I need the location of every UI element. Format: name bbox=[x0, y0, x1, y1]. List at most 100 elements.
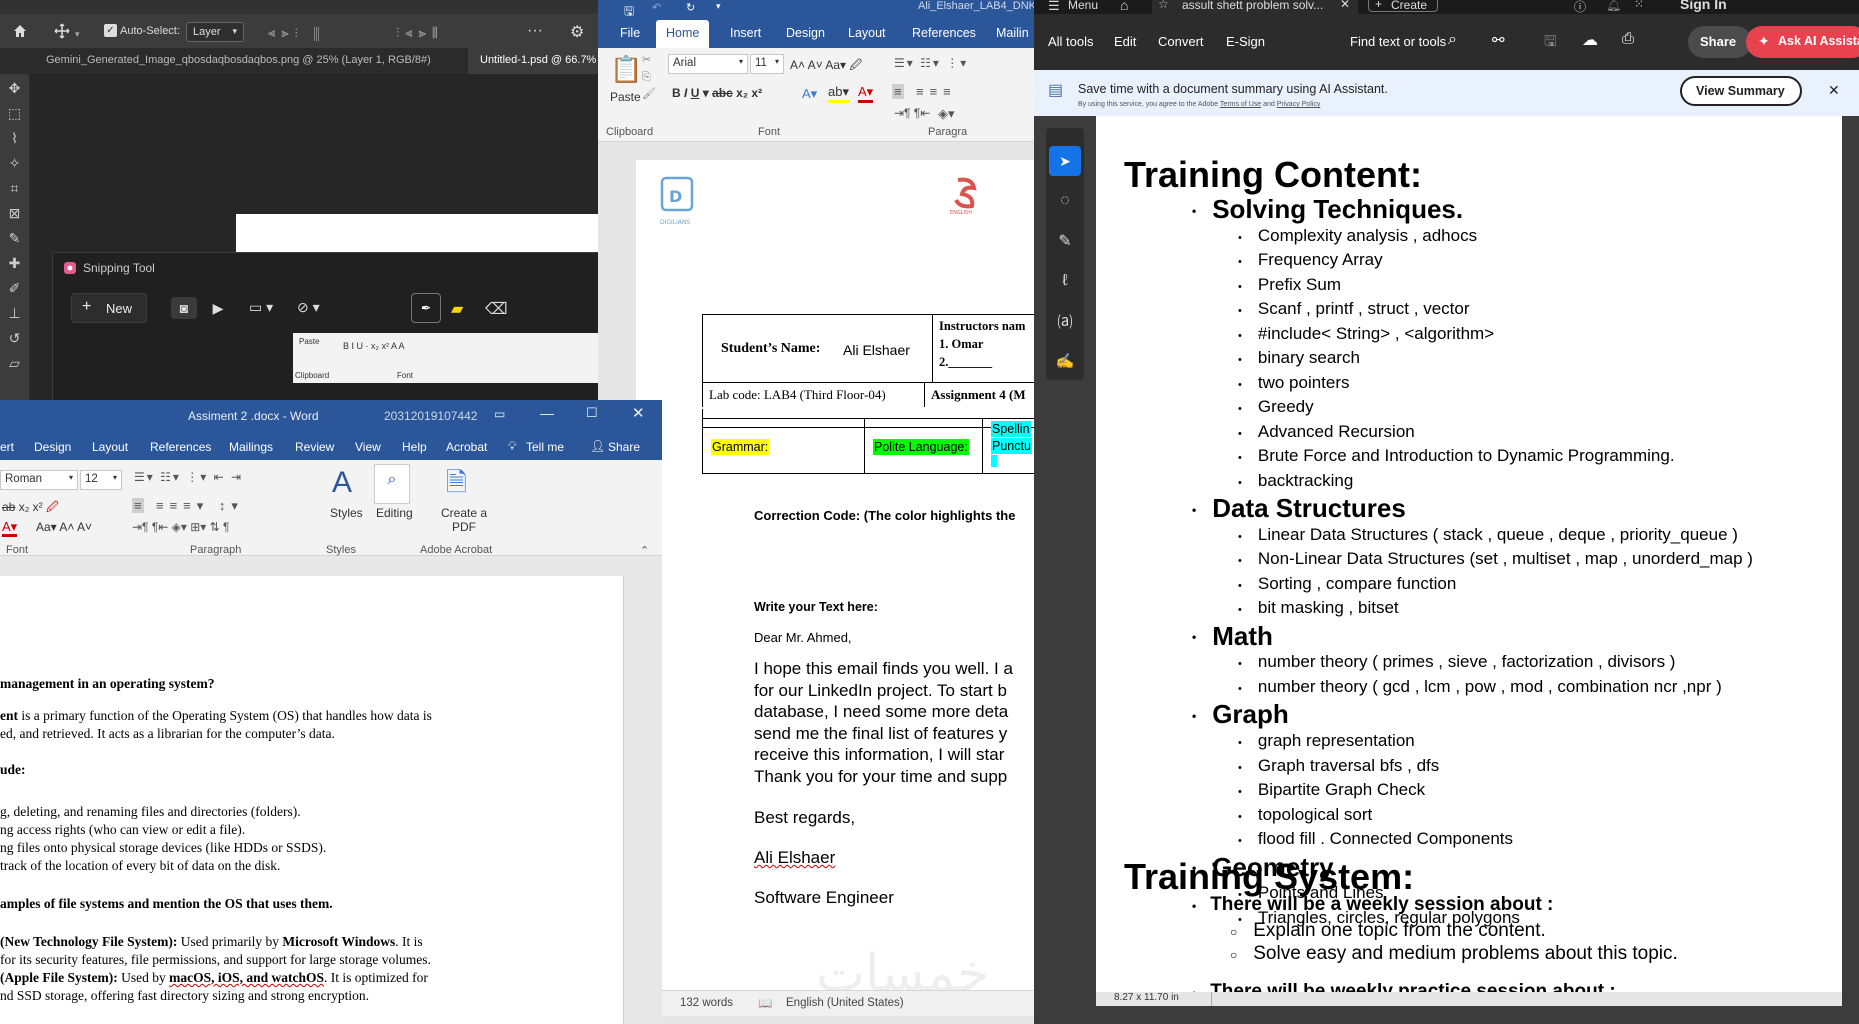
font-name-box[interactable]: Arial ▾ bbox=[668, 54, 748, 74]
list-icons[interactable]: ☰▾ ☷▾ ⋮▾ ⇤ ⇥ bbox=[134, 470, 243, 484]
font-color-icon[interactable]: A▾ bbox=[2, 520, 18, 537]
tab-references[interactable]: References bbox=[912, 26, 976, 40]
qat-chevron-icon[interactable]: ▾ bbox=[716, 1, 721, 12]
snip-mode-icon[interactable]: ▭ ▾ bbox=[249, 299, 273, 316]
distribute-icons[interactable]: ⫶⫷⫸⫼ bbox=[396, 25, 444, 41]
eyedropper-icon[interactable]: ✎ bbox=[9, 230, 21, 247]
brush-tool-icon[interactable]: ✐ bbox=[9, 280, 21, 297]
proofing-icon[interactable]: 📖 bbox=[758, 996, 772, 1010]
tab-design[interactable]: Design bbox=[786, 26, 825, 40]
word-assignment-page[interactable]: management in an operating system? ent i… bbox=[0, 576, 624, 1024]
star-icon[interactable]: ☆ bbox=[1158, 0, 1169, 11]
tab-acrobat[interactable]: Acrobat bbox=[446, 440, 487, 454]
ps-tab-gemini[interactable]: Gemini_Generated_Image_qbosdaqbosdaqbos.… bbox=[46, 54, 431, 66]
draw-pen-icon[interactable]: ✎ bbox=[1049, 226, 1081, 256]
highlight-icon[interactable]: ab▾ bbox=[828, 84, 849, 103]
align-icons[interactable]: ≡≡≡▾ ↕▾ bbox=[156, 498, 244, 514]
move-tool-icon[interactable]: ✥ bbox=[9, 80, 21, 97]
ltr-rtl-icons[interactable]: ⇥¶ ¶⇤ bbox=[894, 106, 930, 120]
align-left-icon[interactable]: ≡ bbox=[892, 84, 904, 99]
stamp-tool-icon[interactable]: ⊥ bbox=[8, 305, 20, 322]
collapse-ribbon-icon[interactable]: ⌃ bbox=[640, 544, 649, 557]
close-tab-icon[interactable]: ✕ bbox=[1340, 0, 1350, 11]
tab-layout[interactable]: Layout bbox=[848, 26, 886, 40]
ps-tab-untitled[interactable]: Untitled-1.psd @ 66.7% bbox=[468, 48, 600, 74]
camera-icon[interactable]: ◙ bbox=[171, 297, 197, 319]
ai-tools-icon[interactable]: ⚯ bbox=[1492, 31, 1505, 49]
share-person-icon[interactable]: 👤︎ bbox=[590, 439, 605, 453]
ask-ai-assistant-button[interactable]: ✦ Ask AI Assista bbox=[1746, 26, 1859, 58]
crop-tool-icon[interactable]: ⌗ bbox=[11, 180, 19, 197]
tab-layout[interactable]: Layout bbox=[92, 440, 128, 454]
align-icons[interactable]: ⫷⫸⫶ ⫼ bbox=[268, 25, 325, 41]
tab-view[interactable]: View bbox=[355, 440, 381, 454]
menu-edit[interactable]: Edit bbox=[1114, 34, 1136, 49]
change-case-icon[interactable]: Aa▾ A˄ A˅ bbox=[36, 520, 92, 534]
healing-brush-icon[interactable]: ✚ bbox=[9, 255, 21, 272]
help-icon[interactable]: ⓘ bbox=[1574, 0, 1586, 15]
select-cursor-icon[interactable]: ➤ bbox=[1049, 146, 1081, 176]
tab-review[interactable]: Review bbox=[295, 440, 334, 454]
word-count[interactable]: 132 words bbox=[680, 997, 733, 1009]
close-banner-icon[interactable]: ✕ bbox=[1828, 82, 1840, 99]
menu-convert[interactable]: Convert bbox=[1158, 34, 1204, 49]
hamburger-icon[interactable]: ☰ bbox=[1048, 0, 1060, 14]
font-name-box[interactable]: Roman ▾ bbox=[0, 470, 78, 490]
font-grow-shrink-icons[interactable]: A˄ A˅ Aa▾ 🖉 bbox=[790, 56, 862, 77]
align-icons[interactable]: ≡≡≡ bbox=[916, 84, 957, 99]
eraser-tool-icon[interactable]: ▱ bbox=[9, 355, 20, 372]
bell-icon[interactable]: 🔔︎ bbox=[1606, 0, 1621, 12]
clipboard-small-icons[interactable]: ✂ ⎘ 🖌 bbox=[642, 52, 656, 103]
font-color-icon[interactable]: A▾ bbox=[858, 84, 874, 103]
magic-wand-icon[interactable]: ✧ bbox=[9, 155, 21, 172]
create-pdf-icon[interactable]: 🗎︎ bbox=[446, 464, 467, 508]
print-icon[interactable]: ⎙ bbox=[1622, 30, 1634, 47]
list-icons[interactable]: ☰▾ ☷▾ ⋮▾ bbox=[894, 56, 968, 70]
lasso-tool-icon[interactable]: ⌇ bbox=[11, 130, 18, 147]
apps-grid-icon[interactable]: ⁙ bbox=[1634, 0, 1644, 11]
chevron-down-icon[interactable]: ▾ bbox=[75, 29, 80, 40]
comment-icon[interactable]: ◌ bbox=[1049, 186, 1081, 216]
save-icon[interactable]: 🖫︎ bbox=[1544, 31, 1557, 56]
styles-button-label[interactable]: Styles bbox=[330, 506, 363, 520]
undo-icon[interactable]: ↶ bbox=[652, 1, 661, 14]
format-icons[interactable]: B I U ▾ abc x₂ x² bbox=[672, 86, 762, 100]
shading-icon[interactable]: ◈▾ bbox=[938, 106, 955, 122]
home-icon[interactable] bbox=[10, 21, 30, 41]
font-size-box[interactable]: 11 ▾ bbox=[750, 54, 784, 74]
tab-insert[interactable]: ert bbox=[0, 440, 14, 454]
view-summary-button[interactable]: View Summary bbox=[1680, 76, 1802, 106]
layer-select[interactable]: Layer ▾ bbox=[186, 22, 244, 42]
editing-icon[interactable]: ⌕ bbox=[374, 464, 410, 504]
menu-esign[interactable]: E-Sign bbox=[1226, 34, 1265, 49]
format-icons[interactable]: ab x₂ x² 🖉 bbox=[2, 498, 59, 519]
share-button[interactable]: Share bbox=[1688, 26, 1752, 58]
video-icon[interactable]: ▶ bbox=[205, 297, 231, 319]
text-effects-icon[interactable]: A▾ bbox=[802, 86, 817, 102]
lasso-draw-icon[interactable]: ℓ bbox=[1049, 266, 1081, 296]
create-tab-button[interactable]: + Create bbox=[1368, 0, 1438, 12]
tab-insert[interactable]: Insert bbox=[730, 26, 761, 40]
styles-icon[interactable]: A bbox=[332, 466, 352, 500]
pdf-page[interactable]: Training Content: • Solving Techniques. • C… bbox=[1096, 116, 1842, 992]
new-snip-button[interactable]: + New bbox=[71, 293, 147, 323]
home-icon[interactable]: ⌂ bbox=[1120, 0, 1128, 13]
more-options-icon[interactable]: ··· bbox=[527, 22, 543, 40]
search-icon[interactable]: ⌕ bbox=[1448, 31, 1457, 49]
tell-me-search[interactable]: Tell me bbox=[526, 440, 564, 454]
terms-link[interactable]: Terms of Use bbox=[1220, 101, 1261, 108]
word-lab-page[interactable]: D DIGILIANS ENGLISH Student’s Name: Ali E… bbox=[636, 160, 1034, 1004]
sign-in-button[interactable]: Sign In bbox=[1680, 0, 1727, 12]
language-indicator[interactable]: English (United States) bbox=[786, 997, 904, 1009]
eraser-icon[interactable]: ⌫ bbox=[485, 299, 508, 319]
tab-references[interactable]: References bbox=[150, 440, 211, 454]
redo-icon[interactable]: ↻ bbox=[686, 1, 695, 14]
tab-home[interactable]: Home bbox=[656, 20, 710, 48]
minimize-icon[interactable]: — bbox=[540, 405, 554, 421]
signature-icon[interactable]: ✍ bbox=[1049, 346, 1081, 376]
gear-icon[interactable]: ⚙ bbox=[570, 22, 584, 42]
frame-tool-icon[interactable]: ⊠ bbox=[9, 205, 21, 222]
maximize-icon[interactable]: ☐ bbox=[586, 405, 598, 421]
marquee-tool-icon[interactable]: ⬚ bbox=[8, 105, 21, 122]
close-icon[interactable]: ✕ bbox=[632, 404, 645, 422]
